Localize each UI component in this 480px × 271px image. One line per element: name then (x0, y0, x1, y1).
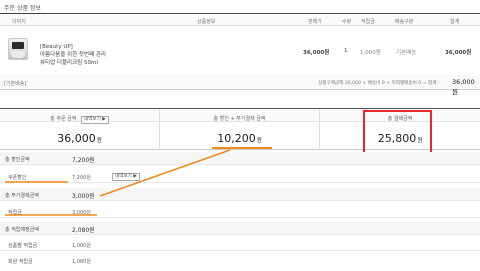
delivery-label: [기본배송] (4, 81, 27, 87)
planned-points-value: 2,080원 (72, 227, 95, 234)
payment-highlight-box (363, 110, 432, 157)
col-price: 판매가 (308, 19, 322, 25)
product-delivery-type: 기본배송 (396, 50, 417, 56)
product-title: 뷰티업 더블리크림 50ml (40, 60, 98, 66)
order-total-label-wrap: 총 주문 금액 내역보기 ▶ (0, 115, 159, 124)
discount-total-row: 총 할인금액 7,200원 (0, 152, 480, 165)
product-price: 36,000원 (303, 50, 330, 56)
order-total-label: 총 주문 금액 (50, 116, 77, 122)
points-used-value: 3,000원 (72, 210, 91, 216)
product-tagline: 아름다움을 위한 첫번째 관리 (40, 52, 106, 58)
member-points-label: 회원 적립금 (8, 259, 33, 265)
col-total: 합계 (450, 19, 460, 25)
extra-payment-row: 총 부가결제금액 3,000원 (0, 188, 480, 201)
won-unit: 원 (256, 138, 262, 144)
discount-value: 10,200 (217, 132, 256, 145)
planned-points-label: 총 적립예정금액 (5, 227, 39, 233)
discount-total-value: 7,200원 (72, 157, 95, 164)
delivery-total: 36,000원 (452, 78, 475, 96)
order-total-detail-button[interactable]: 내역보기 ▶ (80, 116, 109, 124)
col-product-info: 상품정보 (197, 19, 216, 25)
extra-payment-value: 3,000원 (72, 193, 95, 200)
coupon-value: 7,200원 (72, 175, 91, 181)
points-used-label: 적립금 (8, 210, 22, 216)
coupon-label: 쿠폰할인 (8, 175, 27, 181)
delivery-formula: 상품구매금액 36,000 + 배송비 0 + 지역별배송비 0 = 합계 : (318, 81, 440, 86)
points-used-row: 적립금 3,000원 (0, 205, 480, 218)
product-points-row: 상품별 적립금 1,000원 (0, 238, 480, 251)
discount-total-label: 총 할인금액 (5, 157, 30, 163)
discount-total-col: 총 할인 + 부가결제 금액 10,200원 (160, 109, 320, 150)
won-unit: 원 (96, 138, 102, 144)
product-thumbnail[interactable] (8, 38, 28, 60)
col-points: 적립금 (361, 19, 375, 25)
order-table-header: 이미지 상품정보 판매가 수량 적립금 배송구분 합계 (0, 13, 480, 26)
coupon-row: 쿠폰할인 7,200원 내역보기 ▶ (0, 170, 480, 183)
col-qty: 수량 (342, 19, 352, 25)
col-delivery-type: 배송구분 (395, 19, 414, 25)
discount-label: 총 할인 + 부가결제 금액 (213, 116, 266, 122)
table-row: [Beauty UP] 아름다움을 위한 첫번째 관리 뷰티업 더블리크림 50… (0, 26, 480, 76)
delivery-summary-row: [기본배송] 상품구매금액 36,000 + 배송비 0 + 지역별배송비 0 … (0, 75, 480, 96)
product-points: 1,000원 (360, 50, 381, 56)
discount-value-wrap: 10,200원 (160, 132, 319, 145)
order-product-table: 이미지 상품정보 판매가 수량 적립금 배송구분 합계 [Beauty UP] … (0, 13, 480, 76)
product-qty: 1 (344, 48, 348, 54)
product-points-label: 상품별 적립금 (8, 243, 38, 249)
product-name[interactable]: [Beauty UP] 아름다움을 위한 첫번째 관리 뷰티업 더블리크림 50… (40, 43, 106, 67)
order-total-value-wrap: 36,000원 (0, 132, 159, 145)
order-total-col: 총 주문 금액 내역보기 ▶ 36,000원 (0, 109, 160, 150)
product-total: 36,000원 (445, 50, 472, 56)
member-points-row: 회원 적립금 1,080원 (0, 254, 480, 267)
section-title: 주문 상품 정보 (4, 5, 41, 12)
order-total-value: 36,000 (57, 132, 96, 145)
member-points-value: 1,080원 (72, 259, 91, 265)
col-image: 이미지 (12, 19, 26, 25)
product-brand: [Beauty UP] (40, 44, 73, 50)
planned-points-row: 총 적립예정금액 2,080원 (0, 222, 480, 235)
coupon-detail-button[interactable]: 내역보기 ▶ (112, 173, 140, 181)
extra-payment-label: 총 부가결제금액 (5, 193, 39, 199)
product-points-value: 1,000원 (72, 243, 91, 249)
